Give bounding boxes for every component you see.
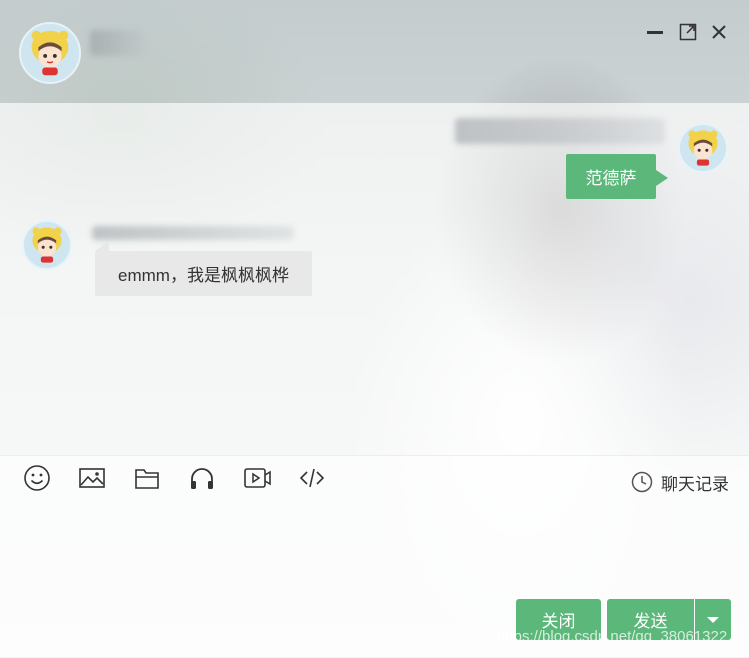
contact-name-redacted: [90, 30, 145, 56]
audio-button[interactable]: [187, 463, 217, 493]
minimize-button[interactable]: [643, 20, 667, 44]
image-icon: [79, 468, 105, 488]
avatar-icon: [680, 125, 726, 171]
emoji-button[interactable]: [22, 463, 52, 493]
close-icon: [712, 25, 726, 39]
chat-history-link[interactable]: 聊天记录: [631, 469, 729, 495]
image-button[interactable]: [77, 463, 107, 493]
code-button[interactable]: [297, 463, 327, 493]
sent-meta-redacted: [455, 118, 665, 144]
headphones-icon: [191, 468, 213, 489]
received-message-bubble[interactable]: emmm，我是枫枫枫桦: [95, 241, 312, 296]
self-avatar[interactable]: [678, 123, 728, 173]
clock-icon: [631, 471, 653, 493]
contact-avatar[interactable]: [19, 22, 81, 84]
video-icon: [244, 468, 271, 488]
chat-history-label: 聊天记录: [661, 474, 729, 494]
folder-button[interactable]: [132, 463, 162, 493]
maximize-icon: [679, 23, 697, 41]
code-icon: [299, 468, 325, 488]
folder-icon: [135, 469, 159, 489]
sent-message-bubble[interactable]: 范德萨: [566, 154, 668, 199]
video-button[interactable]: [242, 463, 272, 493]
received-meta-redacted: [92, 226, 294, 240]
maximize-button[interactable]: [676, 20, 700, 44]
watermark: https://blog.csdn.net/qq_38061322: [497, 628, 728, 645]
avatar-icon: [24, 222, 70, 268]
emoji-icon: [24, 465, 50, 491]
avatar-icon: [21, 24, 79, 82]
contact-message-avatar[interactable]: [22, 220, 72, 270]
minimize-icon: [647, 31, 663, 34]
close-window-button[interactable]: [707, 20, 731, 44]
chevron-down-icon: [707, 616, 719, 623]
